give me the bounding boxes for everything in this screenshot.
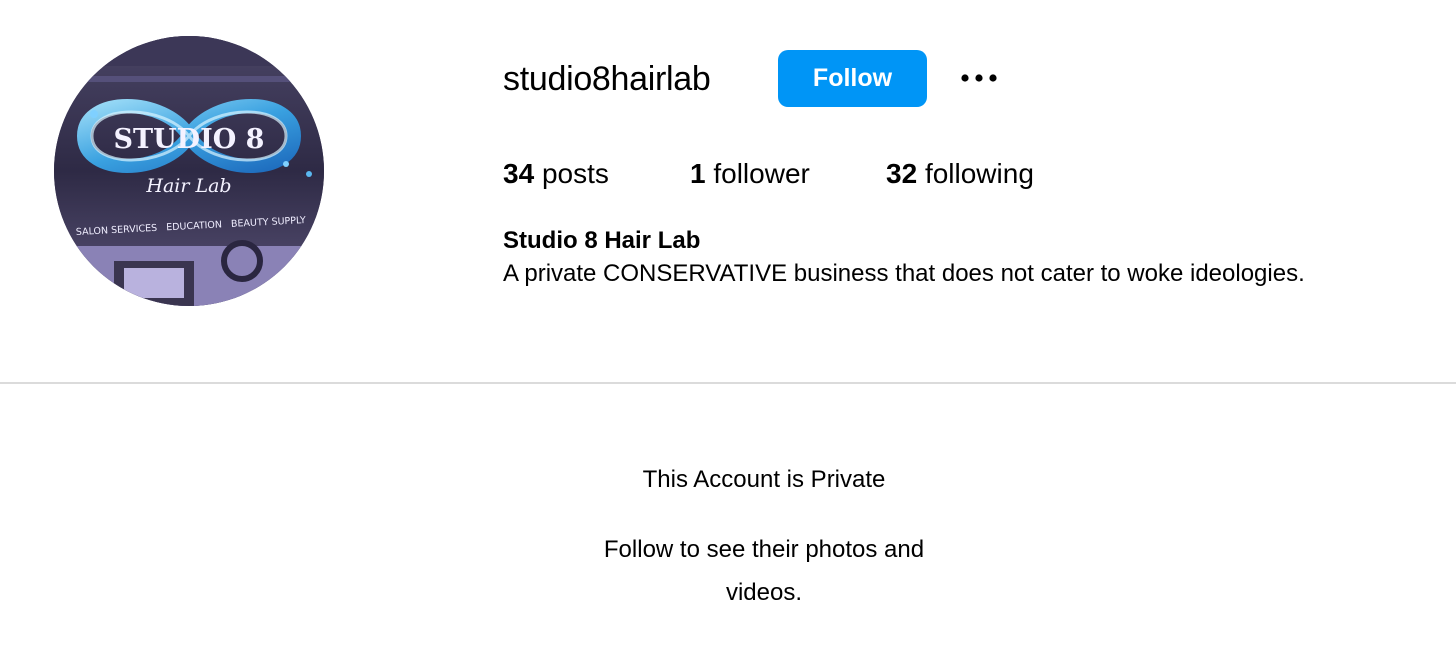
- section-divider: [0, 382, 1456, 384]
- profile-avatar[interactable]: STUDIO 8 Hair Lab SALON SERVICES EDUCATI…: [54, 36, 324, 306]
- avatar-logo-image: STUDIO 8 Hair Lab SALON SERVICES EDUCATI…: [54, 36, 324, 306]
- profile-username: studio8hairlab: [503, 60, 711, 98]
- following-count: 32: [886, 158, 918, 189]
- private-account-title: This Account is Private: [642, 466, 886, 493]
- posts-label: posts: [541, 158, 609, 189]
- stat-followers[interactable]: 1 follower: [690, 154, 810, 194]
- stat-posts: 34 posts: [503, 154, 609, 194]
- profile-bio: A private CONSERVATIVE business that doe…: [503, 260, 1305, 287]
- avatar-logo-title: STUDIO 8: [114, 124, 265, 155]
- avatar-logo-script: Hair Lab: [145, 175, 231, 197]
- followers-count: 1: [690, 158, 706, 189]
- following-label: following: [924, 158, 1034, 189]
- follow-button[interactable]: Follow: [778, 50, 927, 107]
- profile-full-name: Studio 8 Hair Lab: [503, 227, 701, 254]
- private-account-subtitle: Follow to see their photos and videos.: [564, 528, 964, 614]
- more-horizontal-icon: [961, 74, 997, 82]
- private-subtitle-line-1: Follow to see their photos and: [603, 536, 925, 563]
- private-subtitle-line-2: videos.: [725, 579, 803, 606]
- followers-label: follower: [713, 158, 810, 189]
- posts-count: 34: [503, 158, 535, 189]
- more-options-button[interactable]: [952, 58, 1006, 98]
- stat-following[interactable]: 32 following: [886, 154, 1034, 194]
